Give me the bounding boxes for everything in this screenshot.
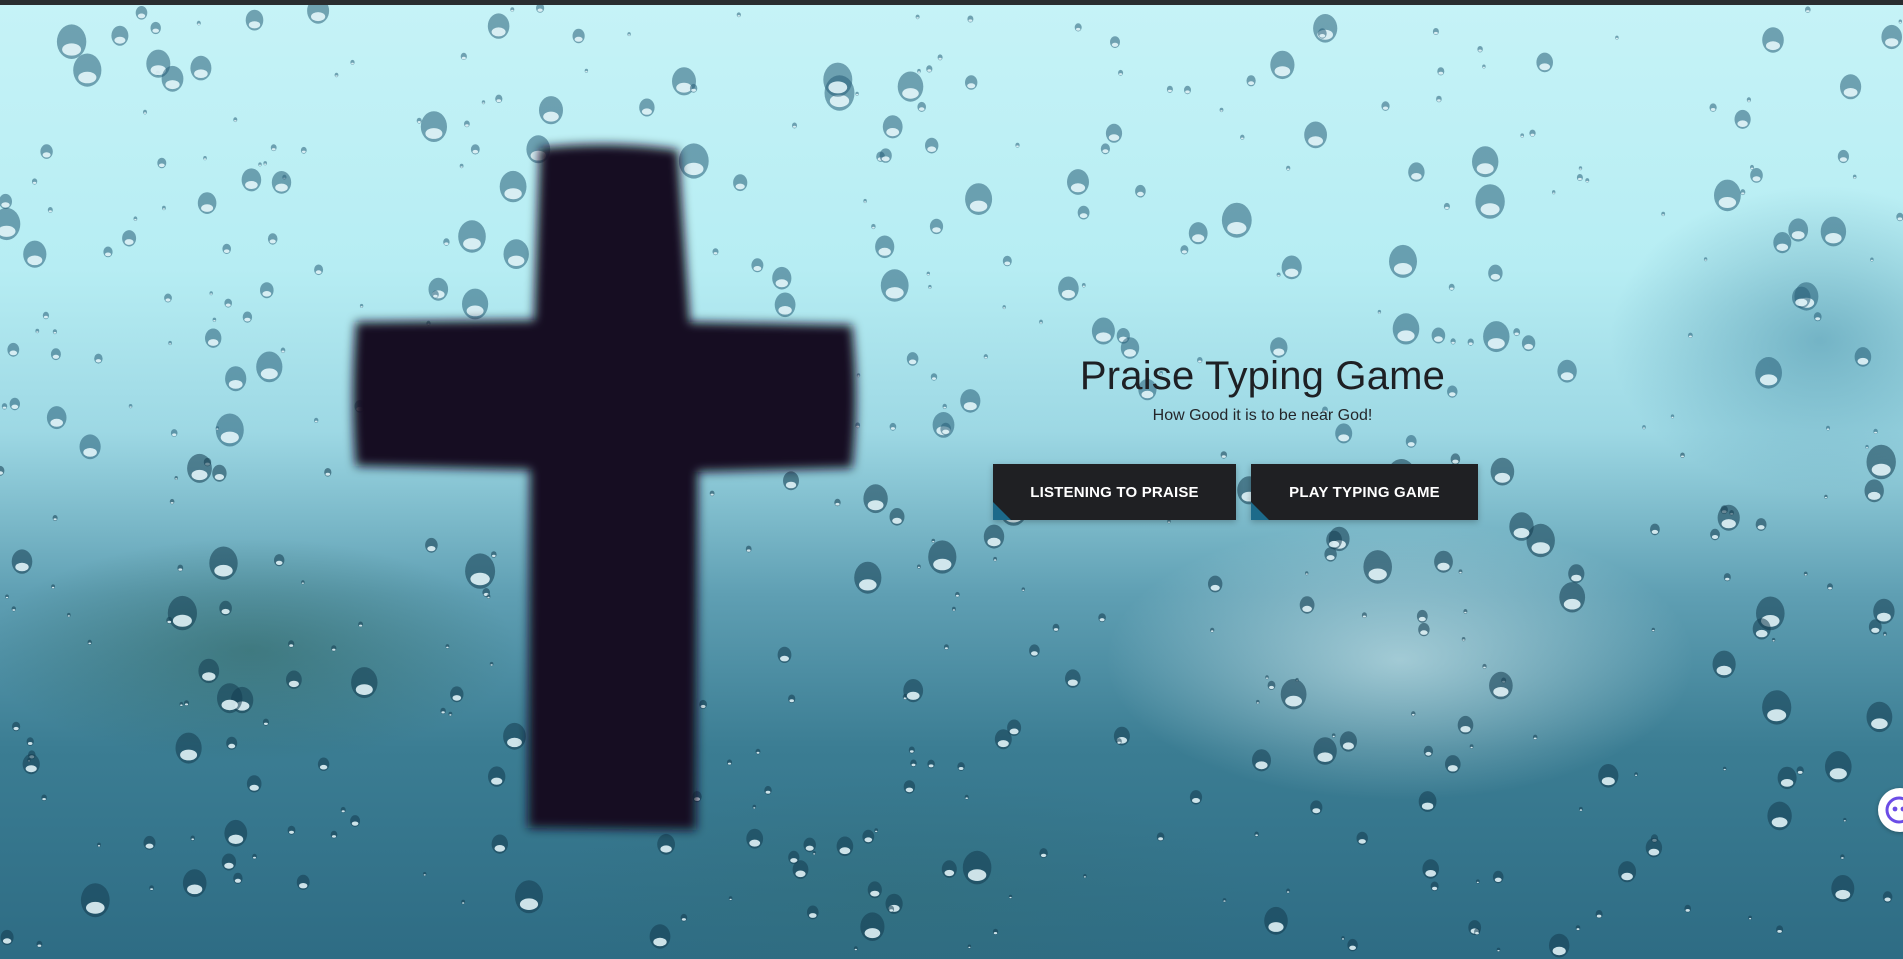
top-strip — [0, 0, 1903, 5]
listening-to-praise-button[interactable]: LISTENING TO PRAISE — [993, 464, 1236, 520]
page-title: Praise Typing Game — [1079, 354, 1446, 398]
hero-section: Praise Typing Game How Good it is to be … — [990, 352, 1535, 426]
play-typing-game-button[interactable]: PLAY TYPING GAME — [1251, 464, 1478, 520]
cross-image — [353, 144, 856, 830]
page: Praise Typing Game How Good it is to be … — [0, 0, 1903, 959]
chat-bot-icon — [1885, 796, 1903, 824]
page-subtitle: How Good it is to be near God! — [1152, 407, 1373, 424]
action-buttons: LISTENING TO PRAISE PLAY TYPING GAME — [993, 464, 1478, 520]
